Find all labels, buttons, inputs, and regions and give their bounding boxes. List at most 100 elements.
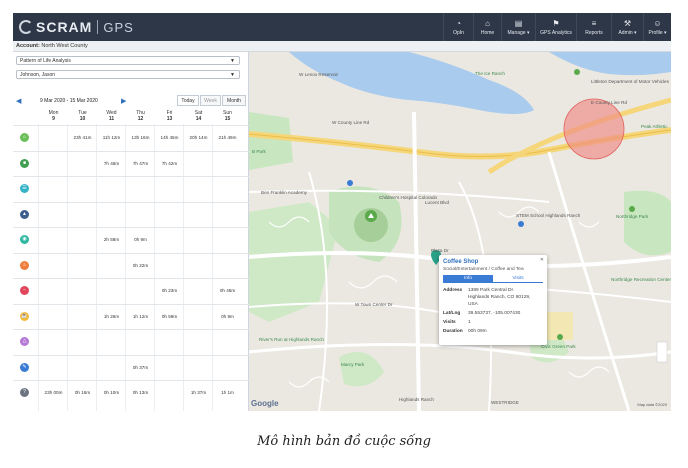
map-view[interactable]: W Lenox Reservoir The Ice Ranch Littleton … [249, 52, 671, 411]
nav-item[interactable]: ◔ OpIn [443, 13, 473, 41]
week-range: 9 Mar 2020 - 15 Mar 2020 [40, 98, 98, 104]
day-number: 15 [224, 116, 231, 122]
gauge-icon: ◔ [456, 18, 461, 28]
duration-cell[interactable]: 2h 58m [97, 237, 126, 242]
latlng-value: 39.553737, -105.007430 [468, 311, 521, 316]
label-franklin-academy: Ben Franklin Academy [261, 190, 307, 195]
account-label: Account: [16, 43, 40, 49]
row-divider [13, 176, 249, 177]
home-icon: ⌂ [485, 18, 490, 28]
analysis-select[interactable]: Pattern of Life Analysis ▼ [16, 56, 240, 65]
close-icon[interactable]: ✕ [540, 257, 544, 263]
latlng-label: Lat/Lng [443, 311, 461, 316]
duration-cell[interactable]: 1h 1m [213, 390, 242, 395]
map-attribution: Map data ©2020 [637, 402, 667, 407]
nav-item[interactable]: ▤ Manage ▾ [501, 13, 535, 41]
logo[interactable]: SCRAM GPS [19, 18, 134, 36]
work-icon: ■ [20, 158, 29, 168]
label-plaza: Plaza Dr [431, 248, 449, 253]
next-week-icon[interactable]: ▶ [121, 97, 126, 105]
duration-label: Duration [443, 329, 463, 334]
duration-cell[interactable]: 0h 59m [155, 314, 184, 319]
column-divider [183, 124, 184, 411]
duration-cell[interactable]: 0h 13m [126, 390, 155, 395]
nav-item[interactable]: ☺ Profile ▾ [643, 13, 671, 41]
location-popup: Coffee Shop ✕ Social/Entertainment / Cof… [439, 255, 547, 345]
prev-week-icon[interactable]: ◀ [16, 97, 21, 105]
product-name: GPS [103, 19, 134, 35]
top-nav-bar: SCRAM GPS ◔ OpIn ⌂ Home ▤ Manage ▾ ⚑ GPS Analyt… [13, 13, 671, 41]
duration-cell[interactable]: 1h 26m [97, 314, 126, 319]
chat-icon: ☰ [20, 184, 29, 193]
row-divider [13, 354, 249, 356]
duration-cell[interactable]: 0h 37m [126, 365, 155, 370]
user-icon: ☺ [653, 18, 662, 28]
duration-cell[interactable]: 14h 45m [155, 135, 184, 140]
google-logo: Google [251, 399, 279, 408]
address-line-2: Highlands Ranch, CO 80129, [468, 295, 531, 300]
duration-cell[interactable]: 0h 22m [126, 263, 155, 268]
day-number: 12 [137, 116, 144, 122]
duration-cell[interactable]: 0h 23m [155, 288, 184, 293]
nav-item[interactable]: ⚑ GPS Analytics [535, 13, 576, 41]
duration-cell[interactable]: 1h 12m [126, 314, 155, 319]
label-park: B Park [252, 149, 266, 154]
address-label: Address [443, 288, 463, 293]
day-number: 13 [166, 116, 173, 122]
nav-item-label: GPS Analytics [540, 29, 572, 36]
row-divider [13, 125, 249, 126]
duration-value: 00h 09m [468, 329, 487, 334]
row-divider [13, 201, 249, 203]
duration-cell[interactable]: 1h 37m [184, 390, 213, 395]
duration-cell[interactable]: 20h 14m [184, 135, 213, 140]
nav-item[interactable]: ⌂ Home [473, 13, 501, 41]
day-header: Fri 13 [155, 110, 184, 122]
tab-visits[interactable]: Visits [493, 275, 543, 283]
duration-cell[interactable]: 7h 46m [97, 161, 126, 166]
duration-cell[interactable]: 0h 9m [213, 314, 242, 319]
day-number: 14 [195, 116, 202, 122]
popup-subtitle: Social/Entertainment / Coffee and Tea [443, 267, 524, 272]
analytics-icon: ⚑ [552, 18, 560, 28]
label-jim-lenox-reservoir: W Lenox Reservoir [299, 72, 339, 77]
week-view-button[interactable]: Week [200, 95, 221, 106]
label-marcy-park: Marcy Park [341, 362, 365, 367]
reports-icon: ≡ [591, 18, 597, 28]
duration-cell[interactable]: 13h 16m [126, 135, 155, 140]
pattern-of-life-panel: Pattern of Life Analysis ▼ Johnson, Jaso… [13, 52, 249, 411]
chevron-down-icon: ▼ [230, 58, 235, 64]
nav-item[interactable]: ⚒ Admin ▾ [611, 13, 643, 41]
account-value: North West County [41, 43, 88, 49]
label-peak-athletic: Peak Athletic [641, 124, 668, 129]
label-e-county-line-rd: E County Line Rd [591, 100, 628, 105]
nav-item[interactable]: ≡ Reports [576, 13, 611, 41]
label-ice-ranch: The Ice Ranch [475, 71, 505, 76]
duration-cell[interactable]: 0h 10m [97, 390, 126, 395]
duration-cell[interactable]: 11h 12m [97, 135, 126, 140]
duration-cell[interactable]: 0h 46m [213, 288, 242, 293]
duration-cell[interactable]: 23h 41m [68, 135, 97, 140]
today-button[interactable]: Today [177, 95, 199, 106]
duration-cell[interactable]: 21h 49m [213, 135, 242, 140]
day-number: 10 [79, 116, 86, 122]
column-divider [96, 124, 97, 411]
month-view-button[interactable]: Month [222, 95, 246, 106]
row-divider [13, 303, 249, 305]
label-northridge-rec: Northridge Recreation Center [611, 277, 671, 282]
analysis-select-value: Pattern of Life Analysis [20, 58, 71, 64]
tab-info[interactable]: Info [443, 275, 493, 283]
duration-cell[interactable]: 0h 16m [68, 390, 97, 395]
logo-divider [97, 20, 99, 34]
coffee-icon: ☕ [20, 311, 29, 321]
duration-cell[interactable]: 7h 42m [155, 161, 184, 166]
map-canvas [249, 52, 671, 411]
nav-item-label: Home [480, 29, 495, 36]
label-civic-green: Civic Green Park [541, 344, 576, 349]
person-select[interactable]: Johnson, Jason ▼ [16, 70, 240, 79]
label-dmv: Littleton Department of Motor Vehicles [591, 79, 669, 84]
duration-cell[interactable]: 0h 9m [126, 237, 155, 242]
duration-cell[interactable]: 23h 00m [39, 390, 68, 395]
duration-cell[interactable]: 7h 47m [126, 161, 155, 166]
no-entry-icon: − [20, 286, 29, 295]
person-select-value: Johnson, Jason [20, 72, 56, 78]
